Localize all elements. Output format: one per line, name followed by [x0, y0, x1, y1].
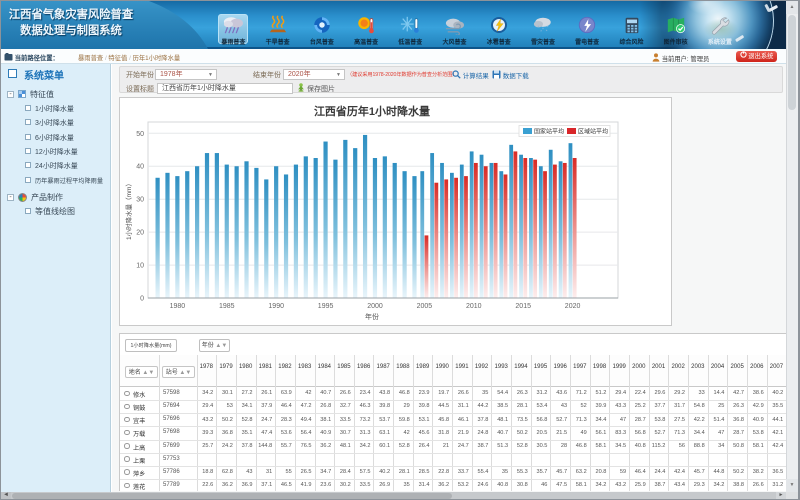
svg-text:2015: 2015 — [515, 303, 531, 310]
svg-text:40: 40 — [136, 164, 144, 171]
svg-text:年份: 年份 — [365, 312, 379, 321]
svg-text:*: * — [538, 25, 540, 30]
svg-text:*: * — [540, 29, 542, 34]
svg-text:1980: 1980 — [170, 303, 186, 310]
svg-text:江西省历年1小时降水量: 江西省历年1小时降水量 — [314, 104, 430, 118]
svg-text:2005: 2005 — [417, 303, 433, 310]
svg-text:2020: 2020 — [565, 303, 581, 310]
svg-text:2000: 2000 — [367, 303, 383, 310]
svg-text:0: 0 — [140, 296, 144, 303]
svg-text:10: 10 — [136, 263, 144, 270]
svg-text:1985: 1985 — [219, 303, 235, 310]
svg-text:1990: 1990 — [268, 303, 284, 310]
svg-text:*: * — [546, 28, 548, 33]
svg-text:50: 50 — [136, 131, 144, 138]
svg-text:*: * — [542, 26, 544, 31]
svg-text:1995: 1995 — [318, 303, 334, 310]
svg-text:国家站平均: 国家站平均 — [534, 128, 564, 136]
svg-text:区域站平均: 区域站平均 — [578, 128, 608, 136]
svg-text:1小时降水量（mm）: 1小时降水量（mm） — [124, 180, 133, 240]
svg-text:30: 30 — [136, 197, 144, 204]
svg-text:2010: 2010 — [466, 303, 482, 310]
svg-text:20: 20 — [136, 230, 144, 237]
